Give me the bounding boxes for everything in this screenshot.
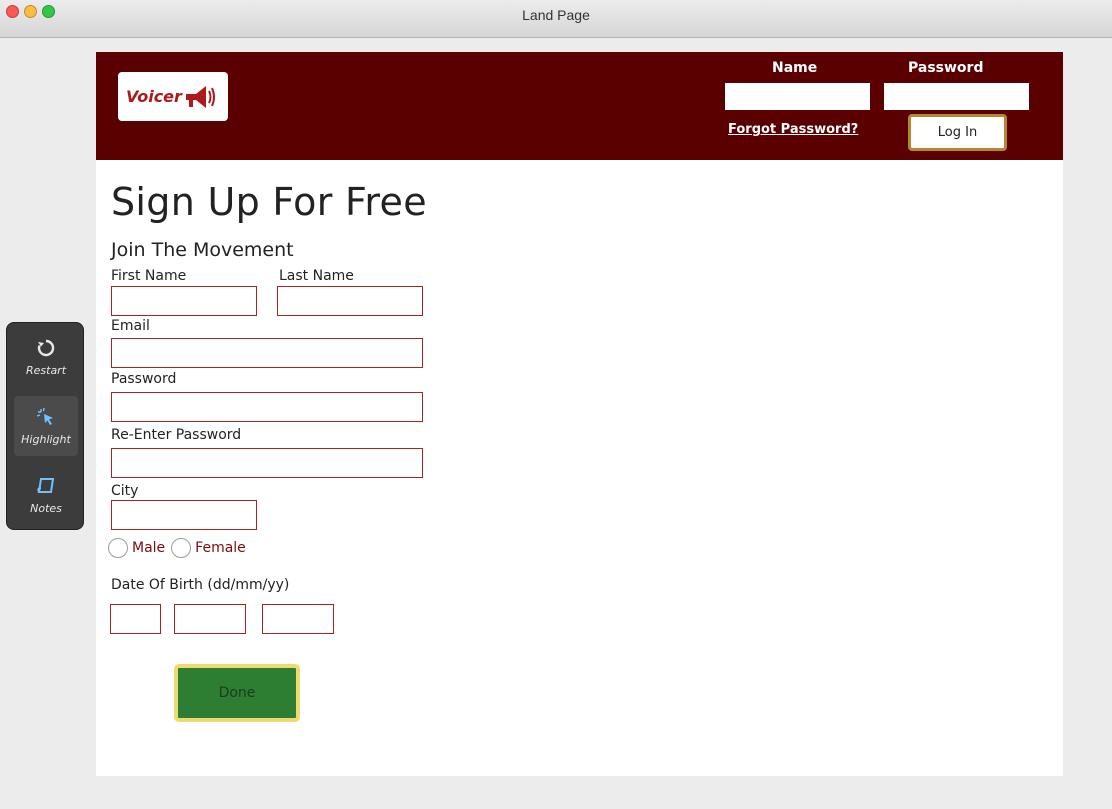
city-field[interactable] [111,500,257,530]
page-subtitle: Join The Movement [111,239,294,261]
login-name-label: Name [772,60,818,76]
first-name-label: First Name [111,268,187,284]
female-label: Female [195,540,246,556]
highlight-tool-label: Highlight [21,432,71,446]
notes-tool-label: Notes [30,501,62,515]
last-name-field[interactable] [277,286,423,316]
last-name-label: Last Name [279,268,354,284]
page-title: Sign Up For Free [111,180,427,224]
login-button[interactable]: Log In [908,114,1007,151]
first-name-field[interactable] [111,286,257,316]
dob-day-field[interactable] [110,604,161,634]
done-button[interactable]: Done [174,664,300,722]
logo-text: Voicer [126,87,182,106]
female-radio[interactable] [171,538,192,558]
notes-tool-button[interactable]: Notes [14,465,78,525]
voicer-logo[interactable]: Voicer [118,72,228,121]
window-title: Land Page [522,7,590,23]
page-canvas: Voicer Name Password Forgot Password? Lo… [96,52,1063,776]
password-field[interactable] [111,392,423,422]
refresh-icon [37,339,55,356]
login-password-input[interactable] [884,83,1029,110]
login-name-input[interactable] [725,83,870,110]
megaphone-icon [185,85,215,108]
gender-radio-group: Male Female [108,538,248,558]
login-password-label: Password [908,60,984,76]
window-titlebar: Land Page [0,0,1112,38]
reenter-password-label: Re-Enter Password [111,427,242,443]
male-label: Male [132,540,166,556]
password-label: Password [111,371,177,387]
restart-tool-label: Restart [25,363,67,377]
email-field[interactable] [111,338,423,368]
site-header: Voicer Name Password Forgot Password? Lo… [96,52,1063,160]
note-icon [37,477,55,493]
city-label: City [111,483,139,499]
forgot-password-link[interactable]: Forgot Password? [728,122,858,137]
cursor-sparkle-icon [36,407,53,425]
restart-tool-button[interactable]: Restart [14,327,78,387]
dob-label: Date Of Birth (dd/mm/yy) [111,577,290,593]
dob-year-field[interactable] [262,604,334,634]
highlight-tool-button[interactable]: Highlight [14,396,78,456]
floating-toolbar: Restart Highlight Notes [6,322,84,530]
dob-month-field[interactable] [174,604,246,634]
reenter-password-field[interactable] [111,448,423,478]
male-radio[interactable] [108,538,128,558]
email-label: Email [111,318,150,334]
